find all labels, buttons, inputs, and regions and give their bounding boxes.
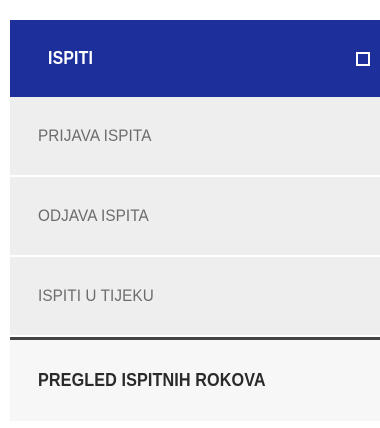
checkbox-outline-icon[interactable]	[356, 51, 370, 66]
menu-item-label: PREGLED ISPITNIH ROKOVA	[38, 370, 266, 390]
menu-item-pregled-ispitnih-rokova[interactable]: PREGLED ISPITNIH ROKOVA	[10, 337, 380, 421]
menu-item-prijava-ispita[interactable]: PRIJAVA ISPITA	[10, 97, 380, 177]
menu-item-label: PRIJAVA ISPITA	[38, 126, 152, 145]
menu-item-ispiti-u-tijeku[interactable]: ISPITI U TIJEKU	[10, 257, 380, 337]
menu-item-label: ISPITI U TIJEKU	[38, 286, 154, 305]
menu-item-odjava-ispita[interactable]: ODJAVA ISPITA	[10, 177, 380, 257]
menu-header-label: ISPITI	[48, 48, 94, 68]
menu-header-ispiti[interactable]: ISPITI	[10, 20, 380, 97]
menu-item-label: ODJAVA ISPITA	[38, 206, 149, 225]
exam-menu: ISPITI PRIJAVA ISPITA ODJAVA ISPITA ISPI…	[10, 20, 380, 421]
